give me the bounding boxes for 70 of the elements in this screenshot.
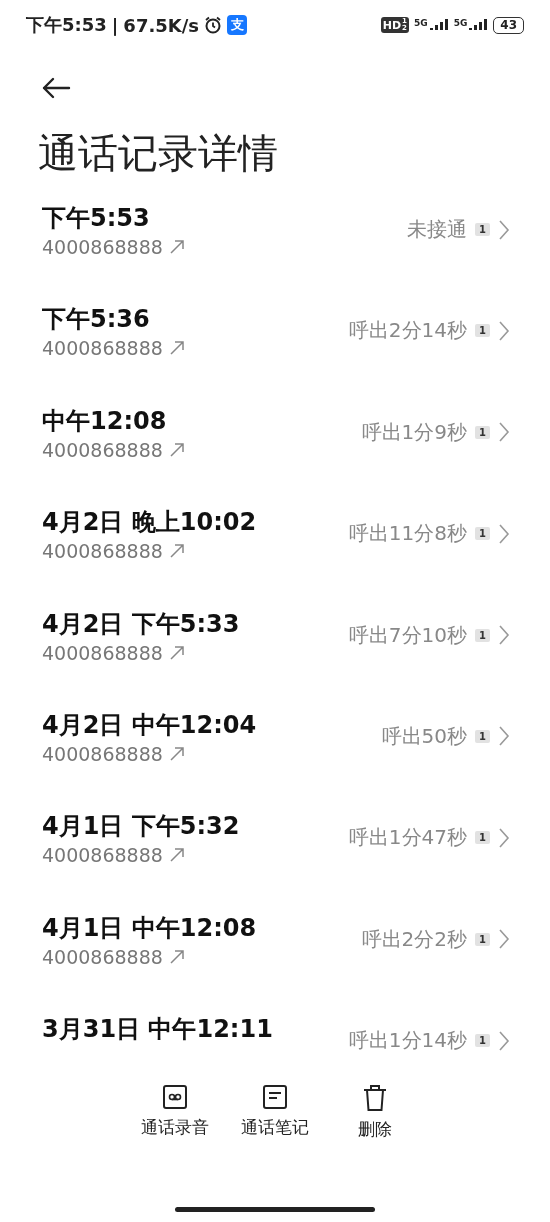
sim-indicator: 1 xyxy=(475,324,490,338)
sim-indicator: 1 xyxy=(475,628,490,642)
sim-indicator: 1 xyxy=(475,1034,490,1048)
outgoing-call-icon xyxy=(168,239,185,255)
toolbar-action[interactable]: 通话笔记 xyxy=(240,1084,310,1141)
sim-indicator: 1 xyxy=(475,527,490,541)
toolbar-action[interactable]: 通话录音 xyxy=(140,1084,210,1141)
signal-icon xyxy=(468,18,489,32)
alarm-icon xyxy=(204,16,222,34)
call-status: 呼出2分14秒 xyxy=(348,317,468,345)
status-separator: | xyxy=(111,14,119,36)
phone-number: 4000868888 xyxy=(42,337,163,360)
call-status: 呼出1分14秒 xyxy=(348,1027,468,1055)
call-status: 呼出2分2秒 xyxy=(361,925,468,953)
chevron-right-icon[interactable] xyxy=(498,522,510,545)
page-title: 通话记录详情 xyxy=(37,129,279,178)
battery-level: 43 xyxy=(493,16,524,34)
phone-number: 4000868888 xyxy=(42,236,163,258)
note-icon xyxy=(262,1084,288,1110)
outgoing-call-icon xyxy=(168,340,185,357)
chevron-right-icon[interactable] xyxy=(498,826,510,849)
voicemail-icon xyxy=(162,1084,188,1110)
call-time: 4月2日 下午5:33 xyxy=(42,608,241,640)
sim-indicator: 1 xyxy=(475,425,490,439)
signal-icon xyxy=(428,18,449,32)
outgoing-call-icon xyxy=(168,948,185,965)
call-time: 4月2日 晚上10:02 xyxy=(42,507,258,539)
outgoing-call-icon xyxy=(168,847,185,864)
outgoing-call-icon xyxy=(168,543,185,560)
call-time: 4月1日 中午12:08 xyxy=(42,912,258,944)
call-time: 中午12:08 xyxy=(42,405,168,437)
trash-icon xyxy=(362,1084,388,1112)
chevron-right-icon[interactable] xyxy=(498,421,510,444)
phone-number: 4000868888 xyxy=(42,540,163,563)
chevron-right-icon[interactable] xyxy=(498,1029,510,1052)
sim-indicator: 1 xyxy=(475,729,490,743)
call-status: 呼出11分8秒 xyxy=(348,520,468,548)
network-speed: 67.5K/s xyxy=(123,14,199,36)
toolbar-action[interactable]: 删除 xyxy=(340,1084,410,1141)
app-notification-icon: 支 xyxy=(227,15,247,35)
call-time: 下午5:36 xyxy=(42,304,151,336)
sim-indicator: 1 xyxy=(475,932,490,946)
phone-number: 4000868888 xyxy=(42,641,163,664)
back-arrow-icon xyxy=(41,77,71,99)
call-time: 下午5:53 xyxy=(42,203,151,234)
status-time: 下午5:53 xyxy=(26,13,107,37)
chevron-right-icon[interactable] xyxy=(498,624,510,647)
chevron-right-icon[interactable] xyxy=(498,725,510,748)
phone-number: 4000868888 xyxy=(42,945,163,968)
chevron-right-icon[interactable] xyxy=(498,218,510,241)
sim-indicator: 1 xyxy=(475,831,490,845)
call-time: 4月2日 中午12:04 xyxy=(42,709,258,741)
call-status: 呼出1分9秒 xyxy=(361,418,468,446)
network-type: 5G xyxy=(414,18,428,28)
call-status: 未接通 xyxy=(407,216,468,243)
outgoing-call-icon xyxy=(168,441,185,458)
call-time: 4月1日 下午5:32 xyxy=(42,811,241,843)
phone-number: 4000868888 xyxy=(42,438,163,461)
sim-indicator: 1 xyxy=(475,223,490,236)
call-status: 呼出7分10秒 xyxy=(348,621,468,649)
chevron-right-icon[interactable] xyxy=(498,319,510,342)
call-status: 呼出50秒 xyxy=(381,722,468,750)
outgoing-call-icon xyxy=(168,745,185,762)
outgoing-call-icon xyxy=(168,644,185,661)
call-status: 呼出1分47秒 xyxy=(348,824,468,852)
call-time: 3月31日 中午12:11 xyxy=(42,1014,274,1046)
chevron-right-icon[interactable] xyxy=(498,928,510,951)
phone-number: 4000868888 xyxy=(42,742,163,765)
phone-number: 4000868888 xyxy=(42,844,163,867)
network-type: 5G xyxy=(453,18,468,28)
